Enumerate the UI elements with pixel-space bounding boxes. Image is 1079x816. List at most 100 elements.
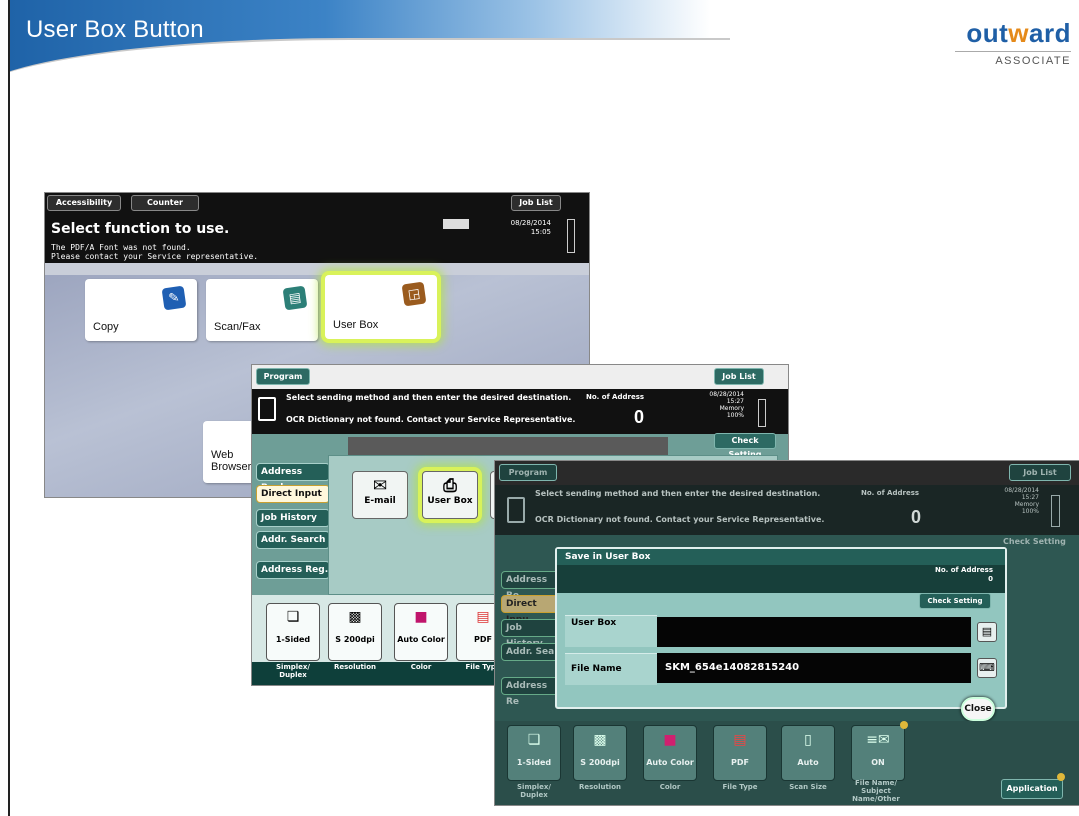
option-caption: Color xyxy=(659,783,681,791)
check-setting-button[interactable]: Check Setting xyxy=(714,433,776,459)
dialog-title: Save in User Box xyxy=(557,549,1005,565)
screen3-header: Select sending method and then enter the… xyxy=(495,485,1079,535)
brand-subtitle: ASSOCIATE xyxy=(955,51,1071,67)
option-caption: File Name/ Subject Name/Other xyxy=(852,779,900,803)
option-caption: Color xyxy=(410,663,432,671)
screen3-instruction: Select sending method and then enter the… xyxy=(535,489,821,498)
color-icon: ■ xyxy=(414,609,428,625)
option-caption: File Type xyxy=(722,783,758,791)
simplex-duplex-button[interactable]: ❏ 1-Sided xyxy=(507,725,561,781)
scan-size-button[interactable]: ▯ Auto xyxy=(781,725,835,781)
document-icon xyxy=(507,497,525,523)
close-button[interactable]: Close xyxy=(961,697,995,721)
screen2-warning: OCR Dictionary not found. Contact your S… xyxy=(286,415,576,424)
save-in-user-box-dialog: Save in User Box No. of Address 0 Check … xyxy=(555,547,1007,709)
screen2-datetime: 08/28/2014 15:27 Memory 100% xyxy=(709,391,744,419)
email-method-button[interactable]: ✉ E-mail xyxy=(352,471,408,519)
pdf-icon: ▤ xyxy=(733,732,747,748)
counter-button[interactable]: Counter xyxy=(131,195,199,211)
simplex-icon: ❏ xyxy=(527,732,541,748)
mail-list-icon: ≡✉ xyxy=(866,732,890,748)
screen2-instruction: Select sending method and then enter the… xyxy=(286,393,572,402)
resolution-button[interactable]: ▩ S 200dpi xyxy=(573,725,627,781)
dialog-check-setting-button[interactable]: Check Setting xyxy=(919,593,991,609)
memory-gauge xyxy=(1051,495,1060,527)
no-of-address-label: No. of Address xyxy=(586,393,645,401)
color-button[interactable]: ■ Auto Color xyxy=(394,603,448,661)
status-dot xyxy=(1057,773,1065,781)
user-box-icon: ◲ xyxy=(401,281,427,307)
accessibility-button[interactable]: Accessibility xyxy=(47,195,121,211)
screen1-message: The PDF/A Font was not found. Please con… xyxy=(51,243,259,261)
dialog-strip: No. of Address 0 xyxy=(557,565,1005,593)
scan-fax-icon: ▤ xyxy=(282,285,308,311)
job-list-button[interactable]: Job List xyxy=(511,195,561,211)
copy-tile[interactable]: ✎ Copy xyxy=(85,279,197,341)
file-name-subject-button[interactable]: ≡✉ ON xyxy=(851,725,905,781)
resolution-icon: ▩ xyxy=(593,732,607,748)
side-job-history[interactable]: Job History xyxy=(501,619,561,649)
side-address-reg[interactable]: Address Reg. xyxy=(256,561,330,579)
memory-gauge xyxy=(758,399,766,427)
side-addr-search[interactable]: Addr. Sear xyxy=(501,643,561,661)
user-box-tile[interactable]: ◲ User Box xyxy=(325,275,437,339)
resolution-icon: ▩ xyxy=(348,609,362,625)
list-icon[interactable]: ▤ xyxy=(977,622,997,642)
screen2-topbar: Program Job List xyxy=(252,365,788,389)
document-icon xyxy=(258,397,276,421)
user-box-field[interactable] xyxy=(657,617,971,647)
screen3-datetime: 08/28/2014 15:27 Memory 100% xyxy=(1004,487,1039,515)
side-addr-search[interactable]: Addr. Search xyxy=(256,531,330,549)
email-icon: ✉ xyxy=(372,476,388,496)
user-box-label: User Box xyxy=(565,615,657,647)
status-icons xyxy=(443,219,469,229)
job-list-button[interactable]: Job List xyxy=(1009,464,1071,481)
program-button[interactable]: Program xyxy=(499,464,557,481)
screen1-header: Accessibility Counter Job List Select fu… xyxy=(45,193,589,263)
screen1-datetime: 08/28/2014 15:05 xyxy=(510,219,551,236)
screen-save-in-user-box: Program Job List Select sending method a… xyxy=(494,460,1079,806)
side-address-book[interactable]: Address Bo xyxy=(501,571,561,601)
memory-gauge xyxy=(567,219,575,253)
slide: User Box Button outward ASSOCIATE Access… xyxy=(8,0,1079,816)
check-setting-button[interactable]: Check Setting xyxy=(1003,537,1066,546)
side-direct-input[interactable]: Direct Inpu xyxy=(501,595,561,625)
job-list-button[interactable]: Job List xyxy=(714,368,764,385)
no-of-address-value: 0 xyxy=(911,507,922,527)
color-icon: ■ xyxy=(663,732,677,748)
no-of-address-label: No. of Address xyxy=(861,489,920,497)
copy-icon: ✎ xyxy=(161,285,187,311)
screen3-warning: OCR Dictionary not found. Contact your S… xyxy=(535,515,825,524)
screen1-title: Select function to use. xyxy=(51,221,230,237)
screen3-topbar: Program Job List xyxy=(495,461,1079,485)
side-address-reg[interactable]: Address Re xyxy=(501,677,561,707)
status-dot xyxy=(900,721,908,729)
user-box-method-button[interactable]: ⎙ User Box xyxy=(422,471,478,519)
option-caption: Resolution xyxy=(333,663,377,671)
application-button[interactable]: Application xyxy=(1001,779,1063,799)
user-box-icon: ⎙ xyxy=(443,476,457,496)
slide-title: User Box Button xyxy=(26,16,204,43)
screen2-header: Select sending method and then enter the… xyxy=(252,389,788,434)
screen1-strip xyxy=(45,263,589,275)
file-type-button[interactable]: ▤ PDF xyxy=(713,725,767,781)
screen2-subbar xyxy=(348,437,668,455)
color-button[interactable]: ■ Auto Color xyxy=(643,725,697,781)
option-caption: Simplex/ Duplex xyxy=(517,783,551,799)
program-button[interactable]: Program xyxy=(256,368,310,385)
dialog-no-of-address: No. of Address 0 xyxy=(934,566,993,583)
simplex-duplex-button[interactable]: ❏ 1-Sided xyxy=(266,603,320,661)
side-address-book[interactable]: Address Book xyxy=(256,463,330,493)
scan-fax-tile[interactable]: ▤ Scan/Fax xyxy=(206,279,318,341)
side-job-history[interactable]: Job History xyxy=(256,509,330,527)
option-caption: Scan Size xyxy=(789,783,827,791)
resolution-button[interactable]: ▩ S 200dpi xyxy=(328,603,382,661)
no-of-address-value: 0 xyxy=(634,407,645,427)
file-name-field[interactable]: SKM_654e14082815240 xyxy=(657,653,971,683)
file-name-label: File Name xyxy=(565,653,657,685)
keyboard-icon[interactable]: ⌨ xyxy=(977,658,997,678)
side-direct-input[interactable]: Direct Input xyxy=(256,485,330,503)
option-caption: Simplex/ Duplex xyxy=(276,663,310,679)
brand-wordmark: outward xyxy=(966,18,1071,48)
slide-swoosh xyxy=(10,38,730,158)
